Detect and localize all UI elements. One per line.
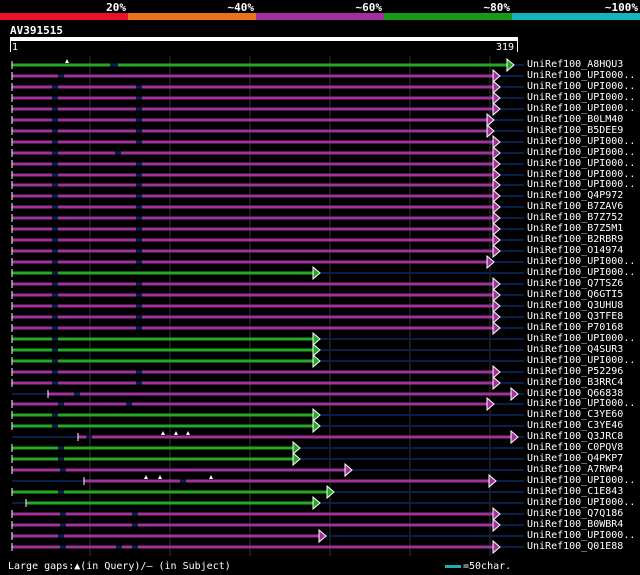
hit-label[interactable]: UniRef100_Q3UHU8 — [527, 300, 623, 311]
hit-arrowhead — [312, 342, 321, 358]
hit-arrowhead — [312, 353, 321, 369]
hit-arrowhead — [492, 287, 501, 303]
hit-label[interactable]: UniRef100_B3RRC4 — [527, 377, 623, 388]
hit-label[interactable]: UniRef100_UPI000.. — [527, 103, 635, 114]
hit-arrowhead — [318, 528, 327, 544]
query-gap-marker — [209, 475, 213, 479]
hit-label[interactable]: UniRef100_Q01E88 — [527, 541, 623, 552]
query-gap-marker — [158, 475, 162, 479]
hit-label[interactable]: UniRef100_Q6GTI5 — [527, 289, 623, 300]
hit-label[interactable]: UniRef100_Q3TFE8 — [527, 311, 623, 322]
hit-arrowhead — [510, 429, 519, 445]
hit-label[interactable]: UniRef100_UPI000.. — [527, 497, 635, 508]
hit-arrowhead — [492, 364, 501, 380]
hit-arrowhead — [506, 57, 515, 73]
hit-label[interactable]: UniRef100_B0WBR4 — [527, 519, 623, 530]
hit-label[interactable]: UniRef100_B5DEE9 — [527, 125, 623, 136]
hit-label[interactable]: UniRef100_B0LM40 — [527, 114, 623, 125]
hit-label[interactable]: UniRef100_P70168 — [527, 322, 623, 333]
hit-label[interactable]: UniRef100_C1E843 — [527, 486, 623, 497]
hit-arrowhead — [492, 145, 501, 161]
hit-arrowhead — [492, 134, 501, 150]
hit-arrowhead — [492, 68, 501, 84]
hit-arrowhead — [492, 90, 501, 106]
hit-arrowhead — [492, 298, 501, 314]
hit-arrowhead — [510, 386, 519, 402]
query-gap-marker — [161, 431, 165, 435]
hit-arrowhead — [312, 407, 321, 423]
hit-arrowhead — [292, 440, 301, 456]
hit-label[interactable]: UniRef100_A7RWP4 — [527, 464, 623, 475]
hit-arrowhead — [492, 188, 501, 204]
hit-label[interactable]: UniRef100_Q4P972 — [527, 190, 623, 201]
hit-label[interactable]: UniRef100_Q3JRC8 — [527, 431, 623, 442]
hit-arrowhead — [492, 199, 501, 215]
hit-arrowhead — [492, 156, 501, 172]
hit-arrowhead — [312, 331, 321, 347]
query-gap-marker — [186, 431, 190, 435]
query-gap-marker — [144, 475, 148, 479]
hit-arrowhead — [492, 243, 501, 259]
hit-label[interactable]: UniRef100_B7Z5M1 — [527, 223, 623, 234]
hit-label[interactable]: UniRef100_O14974 — [527, 245, 623, 256]
hit-label[interactable]: UniRef100_C3YE60 — [527, 409, 623, 420]
hit-label[interactable]: UniRef100_UPI000.. — [527, 147, 635, 158]
hit-arrowhead — [488, 473, 497, 489]
hit-arrowhead — [344, 462, 353, 478]
hit-label[interactable]: UniRef100_UPI000.. — [527, 158, 635, 169]
hit-arrowhead — [492, 517, 501, 533]
hit-label[interactable]: UniRef100_UPI000.. — [527, 475, 635, 486]
hit-label[interactable]: UniRef100_Q7Q186 — [527, 508, 623, 519]
hit-arrowhead — [492, 309, 501, 325]
hit-label[interactable]: UniRef100_B7ZAV6 — [527, 201, 623, 212]
hit-arrowhead — [492, 506, 501, 522]
hit-arrowhead — [312, 495, 321, 511]
gap-legend: Large gaps:▲(in Query)/― (in Subject) — [8, 561, 231, 572]
hit-label[interactable]: UniRef100_B2RBR9 — [527, 234, 623, 245]
hit-label[interactable]: UniRef100_Q4SUR3 — [527, 344, 623, 355]
hit-label[interactable]: UniRef100_Q7TSZ6 — [527, 278, 623, 289]
hit-label[interactable]: UniRef100_UPI000.. — [527, 81, 635, 92]
hit-label[interactable]: UniRef100_UPI000.. — [527, 530, 635, 541]
hit-label[interactable]: UniRef100_P52296 — [527, 366, 623, 377]
hit-label[interactable]: UniRef100_A8HQU3 — [527, 59, 623, 70]
hit-arrowhead — [312, 418, 321, 434]
hit-label[interactable]: UniRef100_C3YE46 — [527, 420, 623, 431]
hit-label[interactable]: UniRef100_UPI000.. — [527, 355, 635, 366]
hit-arrowhead — [312, 265, 321, 281]
hit-arrowhead — [492, 375, 501, 391]
query-gap-marker — [65, 59, 69, 63]
query-gap-marker — [174, 431, 178, 435]
hit-label[interactable]: UniRef100_UPI000.. — [527, 398, 635, 409]
hit-label[interactable]: UniRef100_UPI000.. — [527, 136, 635, 147]
hit-label[interactable]: UniRef100_B7Z752 — [527, 212, 623, 223]
hit-arrowhead — [492, 167, 501, 183]
scale-swatch — [445, 564, 461, 568]
hit-label[interactable]: UniRef100_UPI000.. — [527, 333, 635, 344]
hit-arrowhead — [492, 210, 501, 226]
hit-label[interactable]: UniRef100_UPI000.. — [527, 256, 635, 267]
hit-arrowhead — [492, 232, 501, 248]
hit-label[interactable]: UniRef100_Q4PKP7 — [527, 453, 623, 464]
scale-text: =50char. — [463, 561, 512, 572]
hit-arrowhead — [492, 320, 501, 336]
hit-arrowhead — [292, 451, 301, 467]
hit-arrowhead — [492, 276, 501, 292]
scale-legend: =50char. — [445, 561, 511, 572]
hit-arrowhead — [492, 221, 501, 237]
hit-label[interactable]: UniRef100_C0PQV8 — [527, 442, 623, 453]
hit-arrowhead — [492, 539, 501, 555]
hit-arrowhead — [492, 79, 501, 95]
hit-label[interactable]: UniRef100_UPI000.. — [527, 267, 635, 278]
hit-label[interactable]: UniRef100_UPI000.. — [527, 92, 635, 103]
hit-label[interactable]: UniRef100_UPI000.. — [527, 179, 635, 190]
hit-label[interactable]: UniRef100_UPI000.. — [527, 70, 635, 81]
hit-arrowhead — [492, 177, 501, 193]
hit-arrowhead — [492, 101, 501, 117]
